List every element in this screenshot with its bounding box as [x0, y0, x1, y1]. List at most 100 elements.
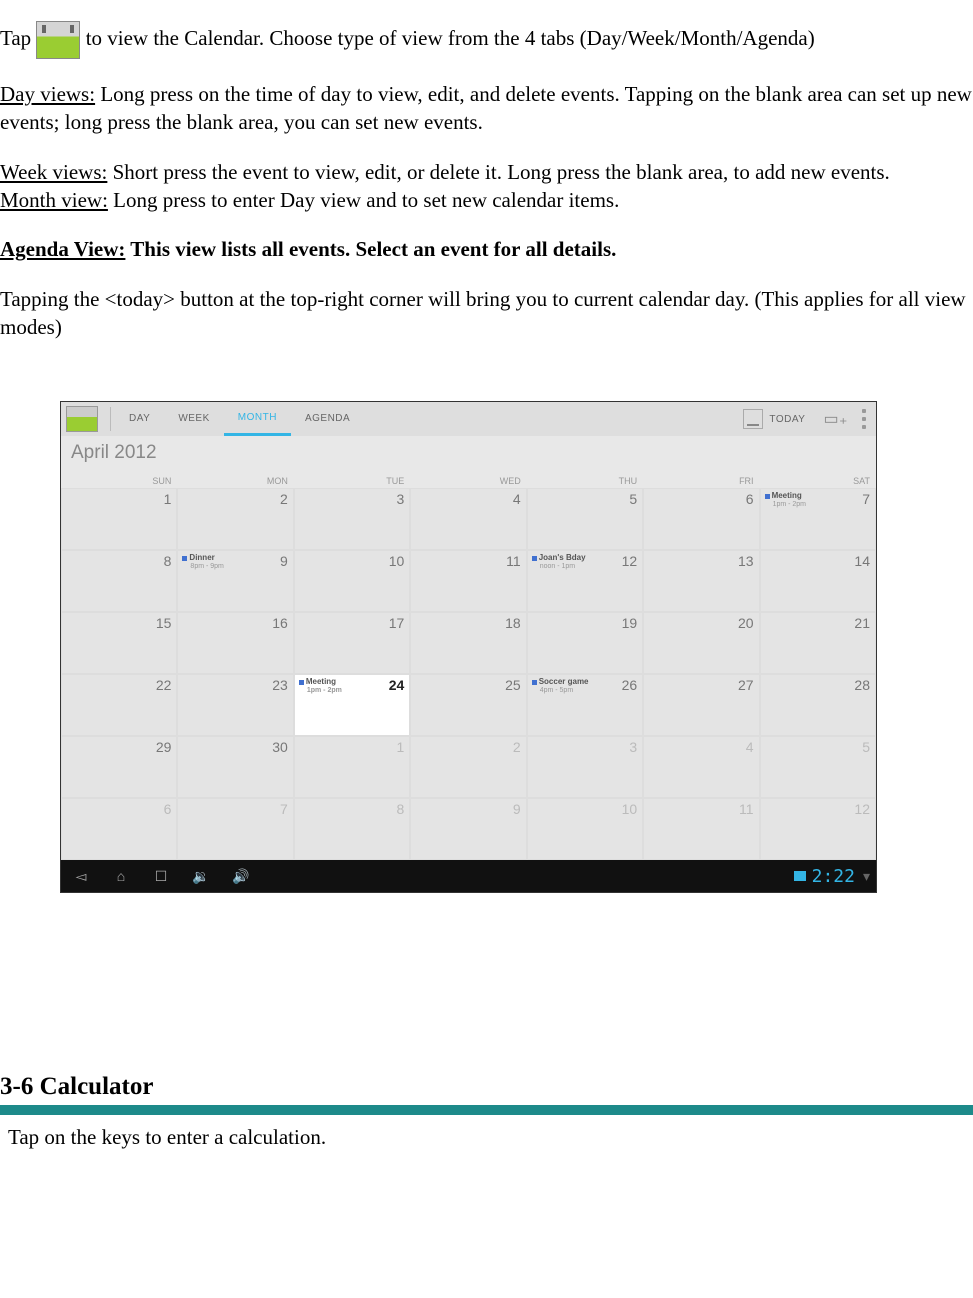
calendar-cell[interactable]: 16: [177, 612, 293, 674]
calendar-cell[interactable]: 4: [410, 488, 526, 550]
calendar-cell[interactable]: 10: [294, 550, 410, 612]
day-number: 12: [622, 553, 638, 569]
calendar-cell[interactable]: 3: [294, 488, 410, 550]
day-number: 13: [738, 553, 754, 569]
day-number: 5: [629, 491, 637, 507]
calendar-cell[interactable]: 12: [760, 798, 876, 860]
calendar-cell[interactable]: 14: [760, 550, 876, 612]
weekviews-label: Week views:: [0, 160, 107, 184]
calendar-cell[interactable]: 23: [177, 674, 293, 736]
calendar-event[interactable]: Meeting1pm - 2pm: [765, 492, 806, 508]
calendar-cell[interactable]: 7: [177, 798, 293, 860]
calendar-cell[interactable]: 15: [61, 612, 177, 674]
back-icon[interactable]: ◅: [61, 868, 101, 885]
add-event-icon[interactable]: ▭₊: [823, 409, 848, 429]
day-number: 27: [738, 677, 754, 693]
divider: [110, 407, 111, 431]
day-number: 12: [854, 801, 870, 817]
calendar-event[interactable]: Meeting1pm - 2pm: [299, 678, 342, 694]
home-icon[interactable]: ⌂: [101, 868, 141, 884]
day-number: 16: [272, 615, 288, 631]
tab-day[interactable]: DAY: [115, 402, 164, 436]
volume-up-icon[interactable]: 🔊: [221, 868, 261, 885]
calendar-cell[interactable]: 22: [61, 674, 177, 736]
calendar-cell[interactable]: 4: [643, 736, 759, 798]
calendar-cell[interactable]: 27: [643, 674, 759, 736]
day-number: 24: [389, 677, 405, 693]
calendar-cell[interactable]: 8: [294, 798, 410, 860]
calendar-cell[interactable]: 24 Meeting1pm - 2pm: [294, 674, 410, 736]
calculator-text: Tap on the keys to enter a calculation.: [0, 1125, 973, 1150]
calendar-cell[interactable]: 12 Joan's Bdaynoon - 1pm: [527, 550, 643, 612]
calendar-cell[interactable]: 19: [527, 612, 643, 674]
calendar-app-icon[interactable]: [66, 406, 98, 432]
calendar-cell[interactable]: 11: [410, 550, 526, 612]
calendar-cell[interactable]: 6: [61, 798, 177, 860]
calendar-cell[interactable]: 2: [410, 736, 526, 798]
calendar-cell[interactable]: 9: [410, 798, 526, 860]
section-heading: 3-6 Calculator: [0, 1073, 973, 1101]
calendar-cell[interactable]: 18: [410, 612, 526, 674]
day-number: 1: [164, 491, 172, 507]
calendar-cell[interactable]: 28: [760, 674, 876, 736]
volume-down-icon[interactable]: 🔉: [181, 868, 221, 885]
calendar-cell[interactable]: 17: [294, 612, 410, 674]
weekday-header: SUNMONTUEWEDTHUFRISAT: [61, 474, 876, 488]
calendar-event[interactable]: Soccer game4pm - 5pm: [532, 678, 589, 694]
day-number: 3: [629, 739, 637, 755]
day-number: 19: [622, 615, 638, 631]
calendar-cell[interactable]: 11: [643, 798, 759, 860]
tab-month[interactable]: MONTH: [224, 402, 291, 436]
calendar-cell[interactable]: 10: [527, 798, 643, 860]
calendar-cell[interactable]: 1: [61, 488, 177, 550]
calendar-cell[interactable]: 3: [527, 736, 643, 798]
today-icon[interactable]: [743, 409, 763, 429]
day-number: 8: [396, 801, 404, 817]
day-number: 6: [746, 491, 754, 507]
recent-apps-icon[interactable]: ☐: [141, 868, 181, 885]
day-number: 7: [280, 801, 288, 817]
android-navbar: ◅ ⌂ ☐ 🔉 🔊 2:22 ▾: [61, 860, 876, 892]
tab-week[interactable]: WEEK: [164, 402, 223, 436]
day-number: 11: [506, 553, 521, 569]
calendar-cell[interactable]: 29: [61, 736, 177, 798]
calendar-event[interactable]: Dinner8pm - 9pm: [182, 554, 223, 570]
day-number: 10: [622, 801, 638, 817]
calendar-cell[interactable]: 5: [527, 488, 643, 550]
day-number: 17: [389, 615, 405, 631]
today-button[interactable]: TODAY: [769, 414, 805, 425]
calendar-cell[interactable]: 1: [294, 736, 410, 798]
calendar-cell[interactable]: 5: [760, 736, 876, 798]
text: Short press the event to view, edit, or …: [107, 160, 889, 184]
calendar-cell[interactable]: 25: [410, 674, 526, 736]
weekday-label: TUE: [294, 474, 410, 488]
day-number: 8: [164, 553, 172, 569]
day-number: 4: [513, 491, 521, 507]
day-number: 4: [746, 739, 754, 755]
calendar-cell[interactable]: 26Soccer game4pm - 5pm: [527, 674, 643, 736]
text: Tap: [0, 26, 36, 50]
day-number: 15: [156, 615, 172, 631]
calendar-cell[interactable]: 30: [177, 736, 293, 798]
document-body: Tap to view the Calendar. Choose type of…: [0, 21, 973, 341]
day-number: 9: [513, 801, 521, 817]
weekday-label: FRI: [643, 474, 759, 488]
monthview-label: Month view:: [0, 188, 108, 212]
day-number: 29: [156, 739, 172, 755]
day-number: 3: [396, 491, 404, 507]
calendar-event[interactable]: Joan's Bdaynoon - 1pm: [532, 554, 586, 570]
calendar-cell[interactable]: 9 Dinner8pm - 9pm: [177, 550, 293, 612]
calendar-cell[interactable]: 13: [643, 550, 759, 612]
calendar-cell[interactable]: 6: [643, 488, 759, 550]
calendar-cell[interactable]: 2: [177, 488, 293, 550]
calendar-cell[interactable]: 20: [643, 612, 759, 674]
day-number: 9: [280, 553, 288, 569]
day-number: 2: [513, 739, 521, 755]
calendar-cell[interactable]: 8: [61, 550, 177, 612]
overflow-menu-icon[interactable]: [862, 409, 866, 429]
calendar-cell[interactable]: 21: [760, 612, 876, 674]
tab-agenda[interactable]: AGENDA: [291, 402, 364, 436]
day-number: 23: [272, 677, 288, 693]
calendar-cell[interactable]: 7Meeting1pm - 2pm: [760, 488, 876, 550]
weekday-label: THU: [527, 474, 643, 488]
